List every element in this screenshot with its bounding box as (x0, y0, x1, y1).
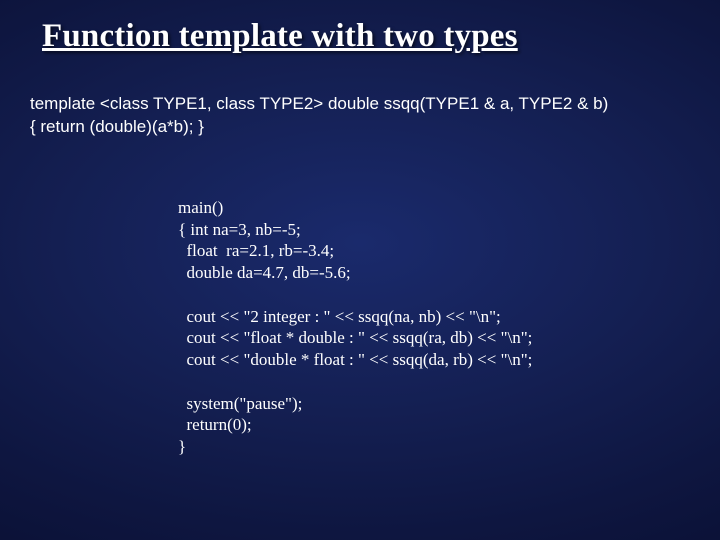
decl-line-2: { return (double)(a*b); } (30, 116, 692, 139)
main-code-block: main() { int na=3, nb=-5; float ra=2.1, … (178, 197, 692, 458)
template-declaration: template <class TYPE1, class TYPE2> doub… (30, 93, 692, 139)
decl-line-1: template <class TYPE1, class TYPE2> doub… (30, 93, 692, 116)
slide-title: Function template with two types (42, 18, 692, 55)
